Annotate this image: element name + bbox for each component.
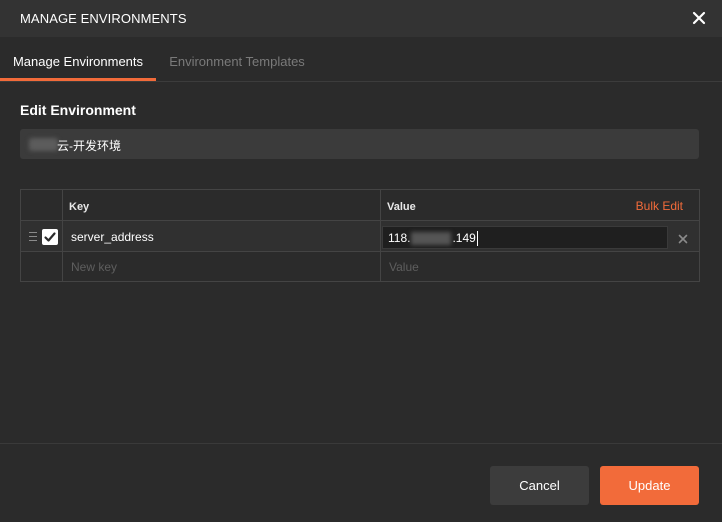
variable-value-input[interactable]: 118. .149 <box>382 226 668 249</box>
tab-environment-templates[interactable]: Environment Templates <box>156 37 318 81</box>
row-divider <box>21 220 699 221</box>
manage-environments-modal: MANAGE ENVIRONMENTS Manage Environments … <box>0 0 722 522</box>
row-enabled-checkbox[interactable] <box>42 229 58 245</box>
modal-title: MANAGE ENVIRONMENTS <box>20 11 187 26</box>
tab-label: Environment Templates <box>169 54 305 69</box>
tab-label: Manage Environments <box>12 54 144 69</box>
new-value-input[interactable]: Value <box>389 260 419 274</box>
variable-key[interactable]: server_address <box>71 230 154 244</box>
environment-name-value: 云-开发环境 <box>57 139 121 153</box>
column-divider <box>380 190 381 281</box>
tab-bar: Manage Environments Environment Template… <box>0 37 722 82</box>
tab-manage-environments[interactable]: Manage Environments <box>0 37 156 81</box>
value-suffix: .149 <box>452 231 476 245</box>
text-cursor <box>476 231 478 247</box>
active-tab-indicator <box>0 78 156 81</box>
modal-header: MANAGE ENVIRONMENTS <box>0 0 722 37</box>
delete-row-icon[interactable] <box>678 231 688 244</box>
cancel-button[interactable]: Cancel <box>490 466 589 505</box>
environment-name-input[interactable]: 云-开发环境 <box>20 129 699 159</box>
drag-handle-icon[interactable] <box>29 232 37 241</box>
redacted-text <box>29 138 58 151</box>
footer-divider <box>0 443 722 444</box>
new-key-input[interactable]: New key <box>71 260 117 274</box>
column-header-key: Key <box>69 201 90 213</box>
update-button[interactable]: Update <box>600 466 699 505</box>
redacted-text <box>411 232 452 246</box>
column-header-value: Value <box>387 201 416 213</box>
bulk-edit-link[interactable]: Bulk Edit <box>636 199 683 213</box>
row-divider <box>21 251 699 252</box>
close-icon[interactable] <box>688 7 710 29</box>
checkmark-icon <box>44 232 56 242</box>
value-prefix: 118. <box>388 231 411 245</box>
column-divider <box>62 190 63 281</box>
variables-table: Key Value Bulk Edit server_address 118..… <box>20 189 700 282</box>
edit-environment-heading: Edit Environment <box>20 102 136 118</box>
